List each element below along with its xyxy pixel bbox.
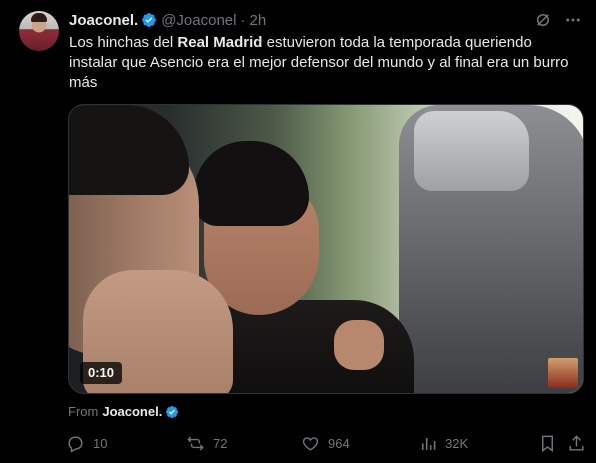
more-icon[interactable] — [563, 10, 583, 30]
headrest-image — [414, 111, 529, 191]
from-attribution: From Joaconel. — [68, 404, 179, 419]
from-name[interactable]: Joaconel. — [102, 404, 162, 419]
display-name[interactable]: Joaconel. — [69, 12, 138, 29]
reply-count: 10 — [93, 435, 108, 451]
bookmark-icon — [542, 435, 553, 452]
share-icon — [569, 434, 584, 451]
views-button[interactable]: 32K — [418, 432, 468, 454]
separator-dot: · — [240, 11, 246, 29]
reply-icon — [68, 435, 83, 453]
like-icon — [302, 436, 319, 451]
video-duration: 0:10 — [80, 362, 123, 384]
handle[interactable]: @Joaconel — [161, 12, 236, 29]
tweet-text: Los hinchas del Real Madrid estuvieron t… — [69, 33, 584, 93]
from-label: From — [68, 404, 99, 419]
front-person-hair-image — [69, 105, 189, 195]
avatar[interactable] — [19, 11, 59, 51]
person-hair-image — [194, 141, 309, 226]
views-icon — [421, 437, 436, 450]
action-bar: 10 72 964 32K — [66, 432, 586, 454]
views-count: 32K — [445, 435, 469, 451]
verified-icon — [166, 405, 179, 418]
bookmark-button[interactable] — [538, 432, 557, 454]
reply-button[interactable]: 10 — [66, 432, 107, 454]
source-thumbnail[interactable] — [548, 358, 578, 388]
timestamp[interactable]: 2h — [249, 12, 266, 29]
tweet[interactable]: Joaconel. @Joaconel · 2h Los hinchas del… — [0, 0, 596, 463]
tweet-text-start: Los hinchas del — [69, 34, 178, 51]
fist-image — [334, 320, 384, 370]
grok-icon[interactable] — [533, 10, 553, 30]
like-count: 964 — [328, 435, 350, 451]
repost-button[interactable]: 72 — [186, 432, 227, 454]
verified-icon — [142, 13, 157, 27]
like-button[interactable]: 964 — [301, 432, 350, 454]
top-actions — [533, 10, 583, 30]
repost-count: 72 — [213, 435, 228, 451]
share-button[interactable] — [567, 432, 586, 454]
video-player[interactable] — [68, 104, 584, 394]
tweet-header: Joaconel. @Joaconel · 2h — [69, 11, 266, 29]
repost-icon — [187, 436, 204, 450]
mention-real-madrid: Real Madrid — [177, 34, 263, 51]
